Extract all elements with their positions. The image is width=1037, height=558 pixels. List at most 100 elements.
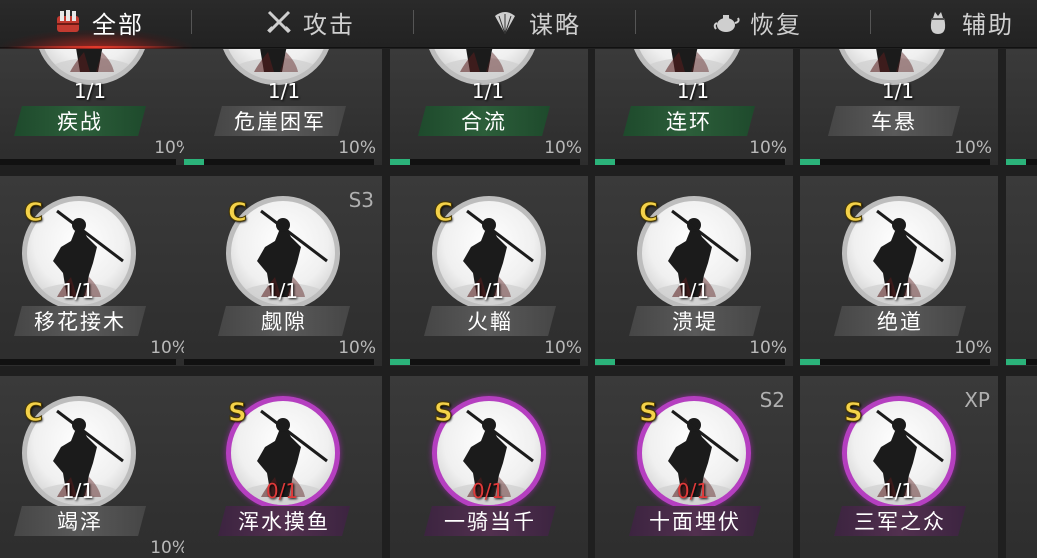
tactic-percent: 10% bbox=[338, 338, 376, 358]
tactic-count: 1/1 bbox=[73, 79, 107, 103]
partial-tactic-card[interactable] bbox=[1006, 376, 1037, 558]
tactic-name: 危崖困军 bbox=[214, 106, 346, 136]
tactic-percent: 10% bbox=[544, 338, 582, 358]
pouch-icon bbox=[930, 12, 946, 34]
tactic-name: 竭泽 bbox=[14, 506, 146, 536]
tactics-grid: 1/1 疾战 10% 1/1 危崖困军 10% 1/1 合流 10% 1/1 连… bbox=[0, 49, 1037, 558]
tab-attack-label: 攻击 bbox=[303, 10, 355, 39]
tactic-card[interactable]: C 1/1 竭泽 10% bbox=[0, 376, 198, 558]
tab-support-label: 辅助 bbox=[962, 10, 1014, 39]
tactic-count: 1/1 bbox=[267, 79, 301, 103]
tactic-name: 合流 bbox=[418, 106, 550, 136]
tactic-card[interactable]: 1/1 危崖困军 10% bbox=[184, 49, 382, 165]
tactic-card[interactable]: C 1/1 移花接木 10% bbox=[0, 176, 198, 366]
tab-support[interactable]: 辅助 bbox=[924, 0, 1037, 44]
progress-fill bbox=[390, 159, 410, 165]
crossed-swords-icon bbox=[267, 10, 291, 34]
tab-attack[interactable]: 攻击 bbox=[240, 0, 380, 44]
progress-fill bbox=[595, 359, 615, 365]
tactic-percent: 10% bbox=[749, 338, 787, 358]
progress-fill bbox=[390, 359, 410, 365]
warrior-silhouette-art bbox=[46, 49, 138, 80]
tactic-percent: 10% bbox=[749, 138, 787, 158]
tactic-name: 溃堤 bbox=[629, 306, 761, 336]
tactic-card[interactable]: C 1/1 绝道 10% bbox=[800, 176, 998, 366]
progress-bar bbox=[1006, 159, 1037, 165]
rank-badge: S bbox=[228, 398, 248, 429]
tactic-count: 1/1 bbox=[881, 79, 915, 103]
tactic-percent: 10% bbox=[150, 338, 188, 358]
progress-bar bbox=[595, 159, 785, 165]
tactic-name: 火輜 bbox=[424, 306, 556, 336]
tab-all-label: 全部 bbox=[92, 10, 144, 39]
progress-bar bbox=[184, 359, 374, 365]
tactic-card[interactable]: 1/1 车悬 10% bbox=[800, 49, 998, 165]
tactic-card[interactable]: S S2 0/1 十面埋伏 bbox=[595, 376, 793, 558]
tab-divider bbox=[870, 10, 871, 34]
tactic-card[interactable]: 1/1 连环 10% bbox=[595, 49, 793, 165]
rank-badge: C bbox=[638, 198, 659, 229]
progress-bar bbox=[0, 359, 176, 365]
rank-badge: C bbox=[227, 198, 248, 229]
progress-fill bbox=[800, 159, 820, 165]
tactic-name: 连环 bbox=[623, 106, 755, 136]
warrior-silhouette-art bbox=[436, 49, 528, 80]
tab-recovery[interactable]: 恢复 bbox=[692, 0, 822, 44]
tactic-count: 1/1 bbox=[881, 279, 915, 303]
tactic-card[interactable]: 1/1 合流 10% bbox=[390, 49, 588, 165]
tactic-name: 三军之众 bbox=[834, 506, 966, 536]
tactic-name: 一骑当千 bbox=[424, 506, 556, 536]
tactic-percent: 10% bbox=[150, 538, 188, 558]
tactic-percent: 10% bbox=[954, 338, 992, 358]
tactic-count: 1/1 bbox=[881, 479, 915, 503]
tactic-count: 1/1 bbox=[471, 279, 505, 303]
tactic-name: 十面埋伏 bbox=[629, 506, 761, 536]
tactic-count: 1/1 bbox=[471, 79, 505, 103]
tactic-percent: 10% bbox=[338, 138, 376, 158]
progress-bar bbox=[800, 159, 990, 165]
teapot-icon bbox=[713, 15, 740, 32]
tactic-card[interactable]: S 0/1 浑水摸鱼 bbox=[184, 376, 382, 558]
tab-all[interactable]: 全部 bbox=[14, 0, 184, 44]
tactic-card[interactable]: 1/1 疾战 10% bbox=[0, 49, 198, 165]
progress-bar bbox=[390, 359, 580, 365]
tab-divider bbox=[191, 10, 192, 34]
partial-tactic-card[interactable] bbox=[1006, 49, 1037, 165]
rank-badge: C bbox=[843, 198, 864, 229]
progress-bar bbox=[390, 159, 580, 165]
partial-tactic-card[interactable] bbox=[1006, 176, 1037, 366]
season-tag: XP bbox=[964, 388, 990, 412]
tactic-count: 1/1 bbox=[676, 279, 710, 303]
tactic-card[interactable]: C S3 1/1 觑隙 10% bbox=[184, 176, 382, 366]
tactic-count: 1/1 bbox=[61, 479, 95, 503]
tactic-card[interactable]: S 0/1 一骑当千 bbox=[390, 376, 588, 558]
season-tag: S2 bbox=[759, 388, 785, 412]
tab-divider bbox=[413, 10, 414, 34]
rank-badge: S bbox=[639, 398, 659, 429]
tactic-name: 绝道 bbox=[834, 306, 966, 336]
tactic-name: 疾战 bbox=[14, 106, 146, 136]
tactic-name: 浑水摸鱼 bbox=[218, 506, 350, 536]
warrior-silhouette-art bbox=[230, 49, 322, 80]
category-tab-bar: 全部 攻击 谋略 恢复 辅助 bbox=[0, 0, 1037, 52]
all-tactics-icon bbox=[57, 10, 79, 32]
feather-fan-icon bbox=[495, 12, 515, 35]
progress-bar bbox=[595, 359, 785, 365]
progress-fill bbox=[1006, 159, 1026, 165]
progress-fill bbox=[184, 159, 204, 165]
tactic-name: 觑隙 bbox=[218, 306, 350, 336]
tactic-card[interactable]: S XP 1/1 三军之众 bbox=[800, 376, 998, 558]
tactic-count: 1/1 bbox=[61, 279, 95, 303]
progress-bar bbox=[184, 159, 374, 165]
tactic-count: 0/1 bbox=[471, 479, 505, 503]
tactic-card[interactable]: C 1/1 火輜 10% bbox=[390, 176, 588, 366]
warrior-silhouette-art bbox=[846, 49, 938, 80]
rank-badge: S bbox=[434, 398, 454, 429]
progress-bar bbox=[800, 359, 990, 365]
rank-badge: C bbox=[23, 198, 44, 229]
tab-strategy[interactable]: 谋略 bbox=[466, 0, 606, 44]
tactic-percent: 10% bbox=[954, 138, 992, 158]
tactic-card[interactable]: C 1/1 溃堤 10% bbox=[595, 176, 793, 366]
warrior-silhouette-art bbox=[641, 49, 733, 80]
tab-recovery-label: 恢复 bbox=[750, 10, 802, 39]
